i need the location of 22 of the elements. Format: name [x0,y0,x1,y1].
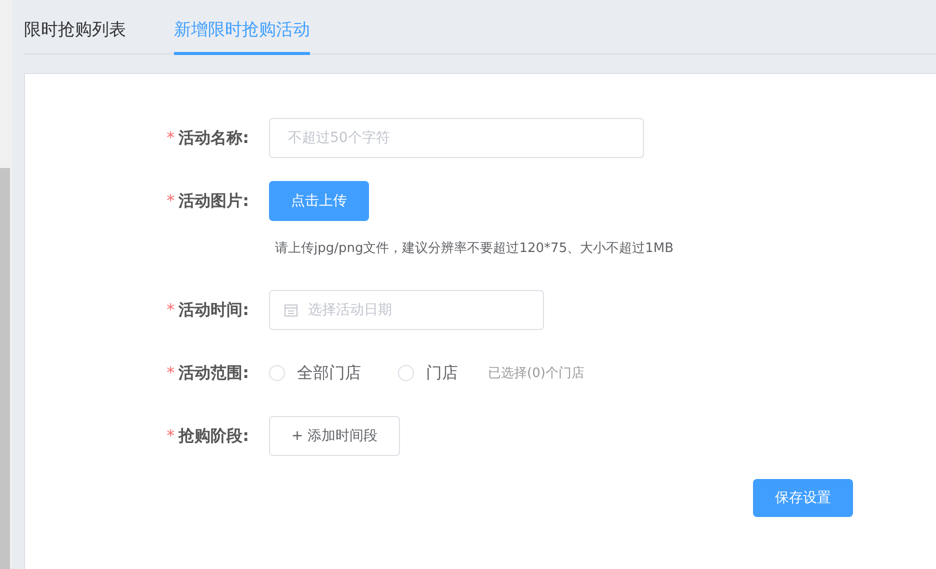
text-field[interactable]: 不超过50个字符 [269,118,644,158]
radio-button[interactable] [398,365,414,381]
field-label: 活动名称: [178,128,249,146]
field-label: 活动时间: [178,300,249,318]
required-mark: * [166,128,175,146]
placeholder-text: 选择活动日期 [308,301,392,319]
calendar-icon [284,303,298,317]
field-label: 活动图片: [178,190,249,210]
required-mark: * [166,362,175,382]
upload-hint: 请上传jpg/png文件，建议分辨率不要超过120*75、大小不超过1MB [275,240,674,257]
field-label: 活动范围: [178,362,249,382]
scrollbar[interactable] [0,168,10,569]
required-mark: * [166,426,175,444]
radio-button[interactable] [269,365,285,381]
selection-note: 已选择(0)个门店 [488,365,584,382]
required-mark: * [166,190,175,210]
field-label: 抢购阶段: [178,426,249,444]
radio-label[interactable]: 门店 [426,362,458,384]
required-mark: * [166,300,175,318]
tab[interactable]: 限时抢购列表 [24,18,126,55]
add-time-slot-button[interactable]: + 添加时间段 [269,416,400,456]
radio-label[interactable]: 全部门店 [297,362,361,384]
